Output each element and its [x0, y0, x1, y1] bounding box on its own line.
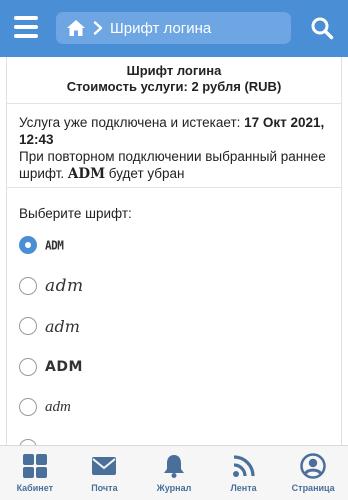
radio-button[interactable]	[19, 236, 37, 255]
nav-item-cabinet[interactable]: Кабинет	[0, 446, 70, 500]
user-icon	[300, 453, 326, 479]
font-option-partial[interactable]	[19, 428, 329, 445]
font-option[interactable]: ADM	[19, 347, 329, 388]
search-icon[interactable]	[310, 16, 334, 40]
font-sample: ADM	[45, 238, 64, 253]
bottom-nav: Кабинет Почта Журнал Лента Страница	[0, 445, 348, 500]
home-icon[interactable]	[66, 19, 86, 37]
font-option[interactable]: adm	[19, 387, 329, 428]
hamburger-icon[interactable]	[14, 16, 38, 38]
service-name: Шрифт логина	[126, 63, 222, 78]
font-option[interactable]: adm	[19, 266, 329, 307]
breadcrumb[interactable]: Шрифт логина	[56, 12, 291, 44]
radio-button[interactable]	[19, 398, 37, 417]
radio-button[interactable]	[19, 317, 37, 336]
font-chooser: Выберите шрифт: ADM adm adm ADM adm	[7, 188, 341, 445]
login-sample: ADM	[67, 166, 106, 182]
font-chooser-label: Выберите шрифт:	[19, 206, 132, 221]
nav-item-journal[interactable]: Журнал	[139, 446, 209, 500]
bell-icon	[163, 455, 184, 478]
nav-label: Страница	[291, 483, 335, 493]
service-cost: Стоимость услуги: 2 рубля (RUB)	[66, 79, 282, 94]
service-header: Шрифт логина Стоимость услуги: 2 рубля (…	[7, 57, 341, 104]
chevron-right-icon	[93, 21, 103, 35]
envelope-icon	[92, 457, 117, 475]
page-title: Шрифт логина	[110, 19, 212, 37]
font-option[interactable]: adm	[19, 306, 329, 347]
radio-button[interactable]	[19, 276, 37, 295]
font-sample: adm	[45, 275, 84, 296]
nav-label: Журнал	[156, 483, 192, 493]
connected-text: Услуга уже подключена и истекает:	[19, 115, 245, 130]
nav-item-feed[interactable]: Лента	[209, 446, 279, 500]
top-bar: Шрифт логина	[0, 0, 348, 57]
radio-button[interactable]	[19, 357, 37, 376]
grid-icon	[22, 454, 47, 478]
service-info: Услуга уже подключена и истекает: 17 Окт…	[7, 104, 341, 188]
font-sample: adm	[45, 398, 71, 415]
nav-item-page[interactable]: Страница	[278, 446, 348, 500]
nav-item-mail[interactable]: Почта	[70, 446, 140, 500]
font-sample: ADM	[45, 358, 83, 375]
nav-label: Почта	[91, 483, 118, 493]
nav-label: Лента	[230, 483, 257, 493]
nav-label: Кабинет	[16, 483, 54, 493]
reconnect-suffix: будет убран	[105, 166, 185, 181]
font-sample: adm	[45, 316, 80, 336]
content-panel: Шрифт логина Стоимость услуги: 2 рубля (…	[6, 57, 342, 445]
font-option[interactable]: ADM	[19, 225, 329, 266]
rss-icon	[232, 455, 255, 477]
